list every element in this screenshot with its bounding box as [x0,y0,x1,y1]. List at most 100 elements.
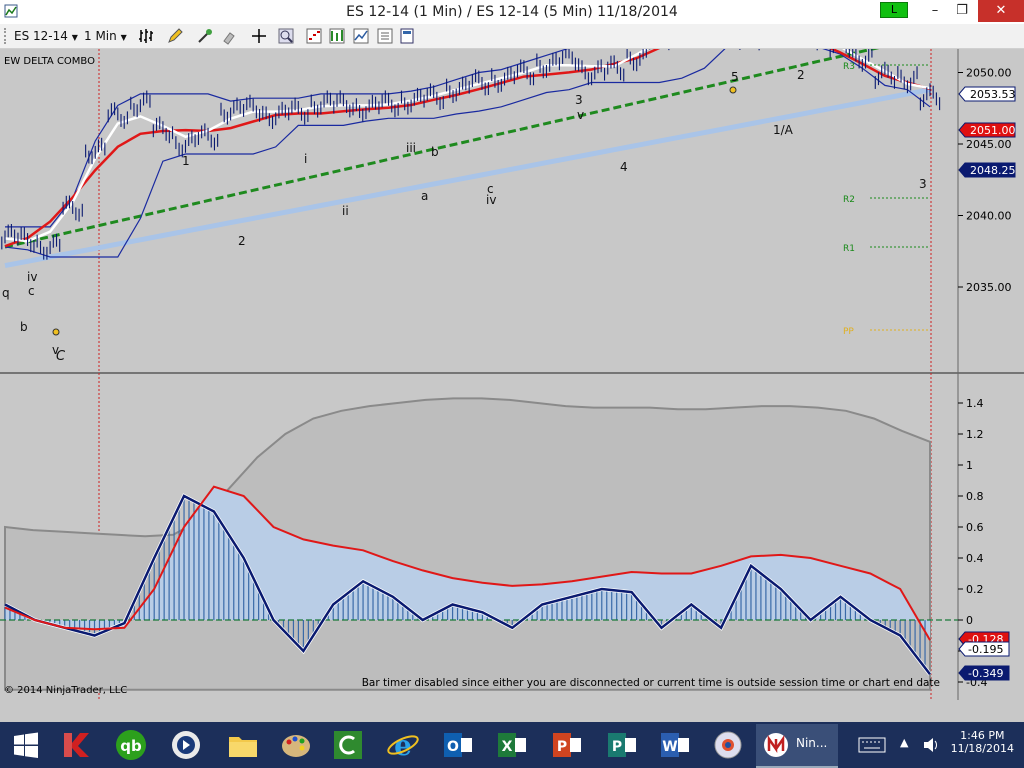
file-explorer-icon[interactable] [225,727,261,763]
svg-text:e: e [394,729,412,762]
start-button-icon[interactable] [8,727,44,763]
osc-tick-label: 0.8 [966,490,984,503]
price-marker-label: 2048.25 [970,164,1016,177]
pivot-label: PP [843,327,854,337]
wave-label: iv [486,193,496,207]
bar-style-icon[interactable] [138,27,156,45]
svg-text:P: P [557,739,567,755]
wave-label: 3 [919,177,927,191]
wave-label: ii [342,204,349,218]
osc-tick-label: 0.6 [966,521,984,534]
media-player-icon[interactable] [168,727,204,763]
pencil-icon[interactable] [166,27,184,45]
wave-label: a [421,189,428,203]
chart-area[interactable]: EW DELTA COMBO R3R2R1PP 2055.002050.0020… [0,0,1024,718]
wave-label: b [20,320,28,334]
swing-marker [52,328,60,336]
wave-label: 1/A [773,123,794,137]
wave-label: 5 [731,70,739,84]
quickbooks-icon[interactable]: qb [113,727,149,763]
price-marker-label: 2053.53 [970,88,1016,101]
svg-text:P: P [612,739,622,755]
price-tick-label: 2045.00 [966,138,1012,151]
keyboard-icon[interactable] [858,735,886,755]
outlook-icon[interactable]: O [440,727,476,763]
wave-label: b [431,145,439,159]
wave-label: v [577,108,584,122]
price-marker-label: 2051.00 [970,124,1016,137]
price-tick-label: 2050.00 [966,67,1012,80]
powerpoint-icon[interactable]: P [549,727,585,763]
properties-icon[interactable] [376,27,394,45]
chevron-down-icon: ▼ [120,33,127,42]
bar-timer-status: Bar timer disabled since either you are … [362,677,940,689]
minimize-button[interactable]: – [920,0,950,22]
wave-label: i [304,152,307,166]
taskbar-ninjatrader-button[interactable]: Nin... [756,724,838,768]
wave-label: 2 [238,234,246,248]
wave-label: iv [27,270,37,284]
volume-icon[interactable] [922,735,940,755]
data-series-icon[interactable] [305,27,323,45]
wave-label: 4 [620,160,628,174]
interval-selector[interactable]: 1 Min ▼ [84,27,130,45]
wave-label: iii [406,141,416,155]
excel-icon[interactable]: X [494,727,530,763]
close-button[interactable]: ✕ [978,0,1024,22]
restore-button[interactable]: ❐ [947,0,977,22]
instrument-label: ES 12-14 [14,29,68,43]
ninjatrader-icon [764,733,788,757]
zoom-icon[interactable] [277,27,295,45]
indicator-label: EW DELTA COMBO [4,56,95,67]
svg-text:W: W [662,739,677,755]
osc-marker-label: -0.349 [968,667,1003,680]
window-title: ES 12-14 (1 Min) / ES 12-14 (5 Min) 11/1… [346,4,678,20]
show-hidden-icons-icon[interactable]: ▲ [900,736,908,749]
osc-tick-label: 0.4 [966,552,984,565]
osc-tick-label: 1 [966,459,973,472]
title-bar: ES 12-14 (1 Min) / ES 12-14 (5 Min) 11/1… [0,0,1024,24]
internet-explorer-icon[interactable]: e [385,727,421,763]
osc-tick-label: 0.2 [966,583,984,596]
osc-marker-label: -0.195 [968,643,1003,656]
antivirus-app-icon[interactable] [58,727,94,763]
interval-label: 1 Min [84,29,117,43]
publisher-icon[interactable]: P [604,727,640,763]
paint-palette-icon[interactable] [278,727,314,763]
word-icon[interactable]: W [657,727,693,763]
osc-tick-label: 1.4 [966,397,984,410]
taskbar-active-label: Nin... [796,736,828,750]
taskbar-clock[interactable]: 1:46 PM 11/18/2014 [951,729,1014,755]
wave-label: C [56,349,66,364]
camtasia-icon[interactable] [330,727,366,763]
wave-label: q [2,286,10,300]
wave-label: 1 [182,154,190,168]
settings-app-icon[interactable] [710,727,746,763]
svg-text:O: O [447,739,459,755]
price-tick-label: 2035.00 [966,281,1012,294]
wave-label: 3 [575,93,583,107]
wave-label: c [28,284,35,298]
indicators-icon[interactable] [328,27,346,45]
pivot-label: R2 [843,195,855,205]
strategies-icon[interactable] [352,27,370,45]
svg-text:qb: qb [120,737,142,755]
clock-time: 1:46 PM [960,729,1005,742]
clock-date: 11/18/2014 [950,742,1014,755]
windows-taskbar: qb e O X P P W Nin... ▲ 1:46 PM 11/18/20… [0,722,1024,768]
swing-marker [729,86,737,94]
chart-toolbar: ES 12-14 ▼ 1 Min ▼ [0,24,1024,49]
osc-tick-label: 0 [966,614,973,627]
pivot-label: R3 [843,62,855,72]
toolbar-grip[interactable] [4,28,9,44]
chart-trader-icon[interactable] [398,27,416,45]
connection-status-indicator[interactable]: L [880,2,908,18]
magic-wand-icon[interactable] [196,27,214,45]
eraser-icon[interactable] [220,27,238,45]
instrument-selector[interactable]: ES 12-14 ▼ [14,27,78,45]
copyright-text: © 2014 NinjaTrader, LLC [4,685,127,696]
svg-text:X: X [502,739,513,755]
crosshair-icon[interactable] [250,27,268,45]
chart-canvas[interactable]: EW DELTA COMBO R3R2R1PP 2055.002050.0020… [0,0,1024,718]
price-tick-label: 2040.00 [966,210,1012,223]
